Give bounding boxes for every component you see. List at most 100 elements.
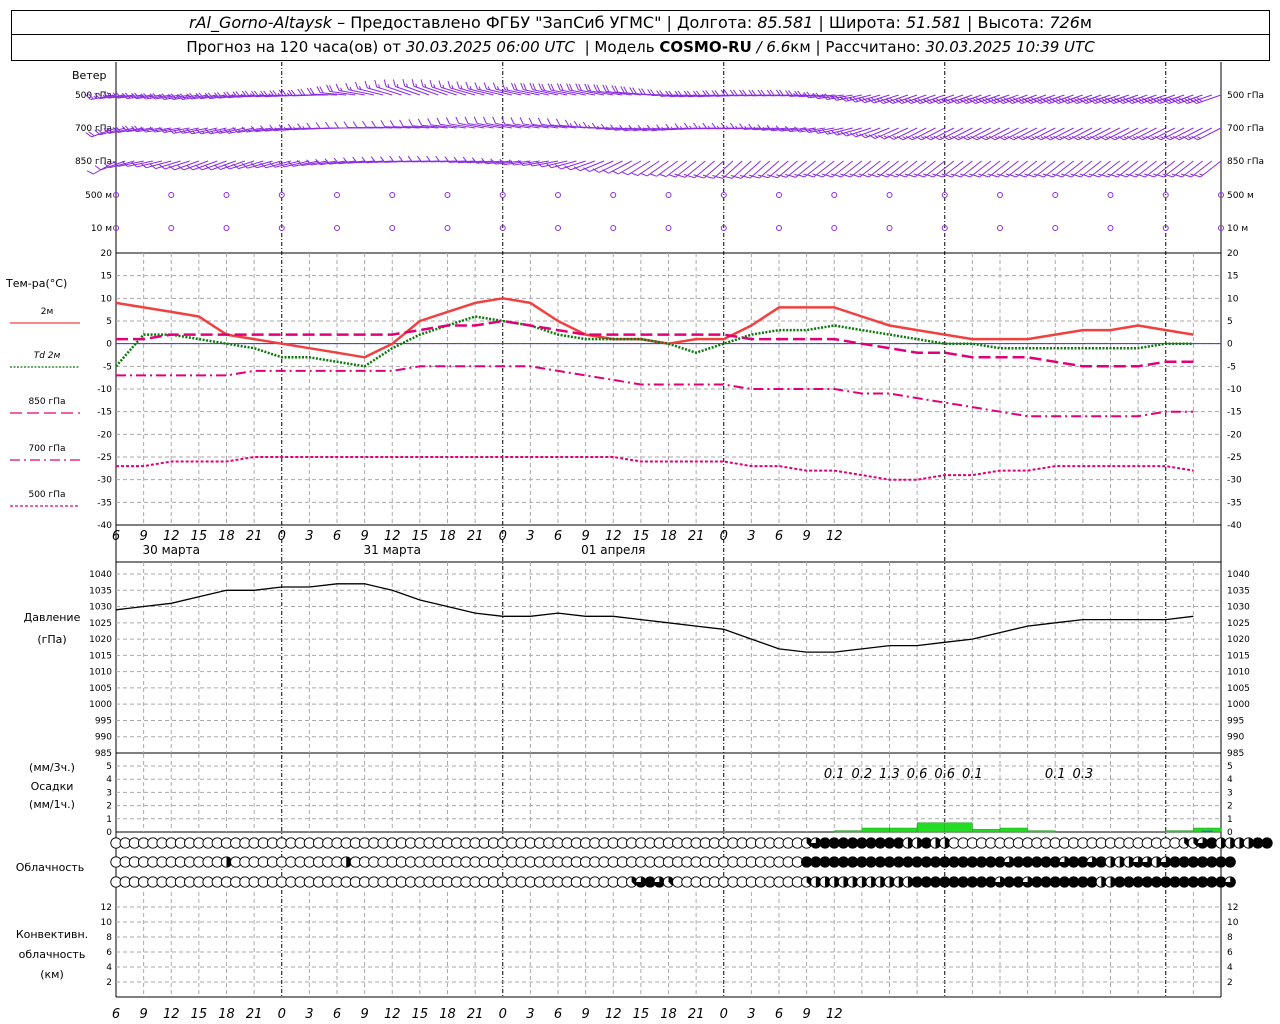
prec-tick-right: 2 [1227,802,1233,812]
hour-label-top: 15 [191,529,208,544]
barb-flag [825,174,833,178]
wind-barb [464,116,494,129]
pres-tick-left: 1035 [89,586,112,596]
hour-label-bottom: 0 [278,1007,286,1022]
conv-tick-right: 10 [1227,918,1239,928]
calm-circle [831,192,838,198]
barb-flag [981,174,989,178]
temp-tick-right: -10 [1227,385,1242,395]
temp-tick-right: 15 [1227,272,1238,282]
barb-flag [456,81,460,89]
wind-barb [1043,127,1074,141]
hour-label-top: 0 [499,529,507,544]
hour-label-bottom: 12 [384,1007,401,1022]
calm-circle [997,225,1003,231]
barb-flag [354,81,359,89]
temp-tick-right: -40 [1227,521,1242,531]
barb-flag [465,81,469,89]
temp-series [116,365,1194,418]
wind-barb [602,160,632,174]
barb-flag [417,118,423,126]
wind-barb [1191,127,1222,141]
conv-tick-left: 8 [106,933,112,943]
temp-series [116,456,1194,481]
temp-tick-left: 15 [101,272,112,282]
barb-flag [483,82,488,90]
barb-flag [420,79,424,87]
precip-bar [944,822,973,833]
hour-label-top: 6 [112,529,120,544]
wind-barb [896,127,927,141]
calm-circle [168,225,175,231]
wind-barb [649,160,679,177]
hour-label-top: 6 [333,529,341,544]
wind-barb [592,160,623,173]
pres-tick-left: 1030 [89,603,112,613]
barb-flag [972,174,980,178]
wind-level-right: 500 м [1227,191,1254,201]
wind-barb [924,127,955,141]
barb-flag [269,162,276,168]
hour-label-top: 3 [526,529,534,544]
barb-flag [990,174,999,178]
wind-barb [482,116,513,129]
hour-label-bottom: 18 [439,1007,456,1022]
barb-flag [743,175,751,179]
hour-label-bottom: 12 [163,1007,180,1022]
calm-circle [389,225,396,231]
barb-flag [761,175,769,179]
calm-circle [1107,225,1114,231]
prec-unit-1h: (мм/1ч.) [29,798,75,811]
barb-flag [770,175,778,179]
barb-flag [1110,174,1118,178]
precip-bar [861,827,890,833]
precip-label: 0.6 [934,767,955,782]
wind-barb [158,126,190,134]
temp-tick-left: 10 [101,294,113,304]
wind-barb [830,94,862,101]
conv-title-2: облачность [19,948,86,961]
wind-barb [1126,127,1157,141]
wind-barb [1099,127,1130,141]
wind-barb [961,127,992,141]
temp-tick-right: 20 [1227,249,1239,259]
precip-label: 0.1 [962,767,983,782]
barb-flag [852,174,860,178]
hour-label-top: 3 [747,529,755,544]
temp-tick-left: 5 [106,317,112,327]
wind-panel: Ветер500 гПа 500 гПа700 гПа 700 гПа850 гПа… [72,69,1264,234]
wind-barb [979,127,1010,141]
barb-flag [392,79,396,87]
wind-barb [640,160,669,177]
prec-tick-right: 3 [1227,788,1233,798]
hour-label-bottom: 15 [412,1007,429,1022]
hour-label-bottom: 9 [360,1007,368,1022]
wind-level-right: 500 гПа [1227,91,1264,101]
barb-flag [473,116,478,124]
calm-circle [776,225,782,231]
hour-label-top: 6 [775,529,783,544]
wind-level-left: 500 м [85,191,112,201]
wind-barb [1145,127,1176,141]
conv-tick-right: 8 [1227,933,1233,943]
calm-circle [223,225,230,231]
pres-tick-right: 1040 [1227,570,1250,580]
wind-barb [1117,127,1148,141]
barb-flag [1147,174,1155,178]
barb-flag [429,79,433,88]
wind-barb [1182,127,1213,141]
wind-barb [1034,127,1065,141]
wind-barb [1154,127,1185,141]
barb-flag [1027,174,1035,178]
wind-barb [1136,127,1166,141]
calm-circle [389,192,396,198]
barb-flag [1129,174,1137,178]
temp-tick-right: 0 [1227,340,1233,350]
calm-circle [886,192,893,198]
prec-unit-3h: (мм/3ч.) [29,761,75,774]
barb-flag [455,116,460,124]
pres-tick-right: 990 [1227,733,1244,743]
conv-tick-left: 12 [101,903,112,913]
barb-flag [926,174,934,178]
wind-barb [1163,127,1194,141]
